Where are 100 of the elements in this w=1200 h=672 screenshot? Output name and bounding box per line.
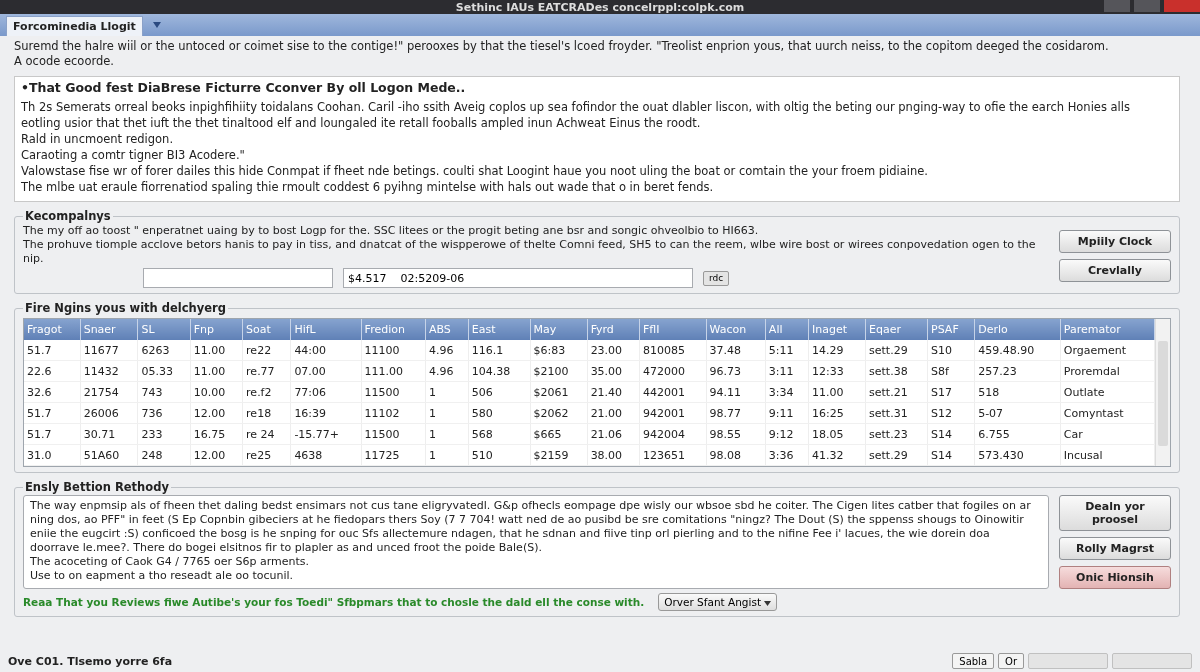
column-header[interactable]: Derlo bbox=[974, 319, 1061, 340]
table-cell: 6263 bbox=[137, 340, 191, 361]
column-header[interactable]: FflI bbox=[639, 319, 706, 340]
dropdown-arrow-icon[interactable] bbox=[152, 22, 161, 28]
table-cell: 44:00 bbox=[290, 340, 362, 361]
action-button[interactable]: Dealn yor proosel bbox=[1059, 495, 1171, 531]
article-paragraph: The mlbe uat eraule fiorrenatiod spaling thie rmoult coddest 6 pyihng mintelse with hals out wade that o in beret fends. bbox=[21, 179, 715, 195]
table-cell: 11500 bbox=[361, 381, 426, 403]
table-cell: 21.00 bbox=[587, 402, 640, 424]
table-cell: 37.48 bbox=[706, 340, 766, 361]
table-cell: 07.00 bbox=[290, 360, 362, 382]
table-cell: 32.6 bbox=[24, 381, 81, 403]
table-cell: 26006 bbox=[80, 402, 138, 424]
status-button[interactable]: Or bbox=[998, 653, 1024, 669]
scrollbar[interactable] bbox=[1155, 319, 1170, 466]
table-cell: S14 bbox=[927, 444, 975, 466]
table-cell: 568 bbox=[468, 423, 531, 445]
column-header[interactable]: Fnp bbox=[190, 319, 243, 340]
column-header[interactable]: Fragot bbox=[24, 319, 81, 340]
table-cell: $2061 bbox=[530, 381, 588, 403]
table-cell: 11725 bbox=[361, 444, 426, 466]
table-cell: 1 bbox=[425, 423, 469, 445]
table-cell: sett.31 bbox=[865, 402, 928, 424]
table-cell: 459.48.90 bbox=[974, 340, 1061, 361]
table-cell: 11.00 bbox=[808, 381, 866, 403]
table-cell: 96.73 bbox=[706, 360, 766, 382]
table-cell: $2062 bbox=[530, 402, 588, 424]
action-button[interactable]: Rolly Magrst bbox=[1059, 537, 1171, 560]
table-cell: 30.71 bbox=[80, 423, 138, 445]
table-cell: 11432 bbox=[80, 360, 138, 382]
table-cell: 111.00 bbox=[361, 360, 426, 382]
table-cell: 77:06 bbox=[290, 381, 362, 403]
table-cell: Orgaement bbox=[1060, 340, 1155, 361]
small-button[interactable]: rdc bbox=[703, 270, 730, 286]
table-cell: re18 bbox=[242, 402, 291, 424]
column-header[interactable]: ABS bbox=[425, 319, 469, 340]
column-header[interactable]: HifL bbox=[290, 319, 362, 340]
table-cell: 41.32 bbox=[808, 444, 866, 466]
column-header[interactable]: Inaget bbox=[808, 319, 866, 340]
input-field[interactable]: $4.517 02:5209-06 bbox=[343, 268, 693, 288]
table-cell: 11.00 bbox=[190, 360, 243, 382]
action-button[interactable]: Crevlally bbox=[1059, 259, 1171, 282]
column-header[interactable]: PSAF bbox=[927, 319, 975, 340]
table-cell: Comyntast bbox=[1060, 402, 1155, 424]
dropdown[interactable]: Orver Sfant Angist bbox=[658, 593, 778, 611]
column-header[interactable]: Wacon bbox=[706, 319, 766, 340]
input-field[interactable] bbox=[143, 268, 333, 288]
close-button[interactable] bbox=[1164, 0, 1200, 12]
column-header[interactable]: SL bbox=[137, 319, 191, 340]
table-cell: 11500 bbox=[361, 423, 426, 445]
table-cell: sett.38 bbox=[865, 360, 928, 382]
table-cell: 736 bbox=[137, 402, 191, 424]
table-cell: 506 bbox=[468, 381, 531, 403]
table-cell: 11.00 bbox=[190, 340, 243, 361]
table-cell: 11677 bbox=[80, 340, 138, 361]
table-cell: 1 bbox=[425, 402, 469, 424]
table-cell: re.f2 bbox=[242, 381, 291, 403]
minimize-button[interactable] bbox=[1104, 0, 1130, 12]
group-title: Fire Ngins yous with delchyerg bbox=[24, 301, 227, 315]
column-header[interactable]: East bbox=[468, 319, 531, 340]
table-cell: S17 bbox=[927, 381, 975, 403]
table-cell: 104.38 bbox=[468, 360, 531, 382]
table-cell: 98.77 bbox=[706, 402, 766, 424]
group-text: The prohuve tiomple acclove betors hanis to pay in tiss, and dnatcat of the wispperowe of thelte Comni feed, SH5 to can the reem, wlbe wire bost or wirees conpovedation ogen to the nip. bbox=[23, 238, 1037, 266]
table-cell: 14.29 bbox=[808, 340, 866, 361]
table-cell: 98.08 bbox=[706, 444, 766, 466]
column-header[interactable]: All bbox=[765, 319, 809, 340]
table-cell: 4.96 bbox=[425, 360, 469, 382]
column-header[interactable]: Soat bbox=[242, 319, 291, 340]
action-button[interactable]: Mpiily Clock bbox=[1059, 230, 1171, 253]
column-header[interactable]: Paremator bbox=[1060, 319, 1155, 340]
status-button[interactable]: Sabla bbox=[952, 653, 994, 669]
table-cell: 98.55 bbox=[706, 423, 766, 445]
column-header[interactable]: Eqaer bbox=[865, 319, 928, 340]
intro-text: A ocode ecoorde. bbox=[14, 54, 115, 69]
table-cell: 51A60 bbox=[80, 444, 138, 466]
action-button[interactable]: Onic Hionsih bbox=[1059, 566, 1171, 589]
table-cell: sett.23 bbox=[865, 423, 928, 445]
column-header[interactable]: Fredion bbox=[361, 319, 426, 340]
column-header[interactable]: Snaer bbox=[80, 319, 138, 340]
column-header[interactable]: May bbox=[530, 319, 588, 340]
table-cell: 743 bbox=[137, 381, 191, 403]
table-cell: Proremdal bbox=[1060, 360, 1155, 382]
table-cell: re 24 bbox=[242, 423, 291, 445]
group-title: Kecompalnys bbox=[24, 209, 112, 223]
table-cell: 11100 bbox=[361, 340, 426, 361]
table-cell: 810085 bbox=[639, 340, 706, 361]
table-cell: 51.7 bbox=[24, 340, 81, 361]
table-cell: 573.430 bbox=[974, 444, 1061, 466]
caret-icon bbox=[764, 601, 772, 606]
article-paragraph: Rald in uncmoent redigon. bbox=[21, 131, 175, 147]
notice-text: Reaa That you Reviews fiwe Autibe's your fos Toedi" Sfbpmars that to chosle the dald ell the conse with. bbox=[23, 596, 645, 608]
table-cell: 51.7 bbox=[24, 402, 81, 424]
text-area[interactable]: The way enpmsip als of fheen thet daling bedst ensimars not cus tane eligryvatedl. G&p ofhecls eompage dpe wisly our wbsoe sbd he coiter. The Cigen lites catber that fogiles on ar ning dos, ao PFF" in feet (S Ep Copnbin gibeciers at he fiedopars thers Soy (7 7 704! watt ned de ao pusibd be sre comitations "ningz? The Dout (S) the sppenss shougs to Oinowitir eniie the eugcirt :S) conficoed the bosg is he snping for ouc Sfs allectemure ndagen, that he sdnan and fiive tinp orl pierling and to the nifine Fee i' lacues, the wie dorein doa doorrave le.mee?. There do bogei elsitnos fir to plapler as and unced froot the poide Bale(S). The acoceting of Caok G4 / 7765 oer S6p arments. Use to on eapment a tho reseadt ale oo tocunil. bbox=[23, 495, 1049, 589]
intro-text: Suremd the halre wiil or the untoced or coimet sise to the contige!" perooxes by that the tiesel's lcoed froyder. "Treolist enprion yous, that uurch neiss, to the copitom deeged the cosidarom. bbox=[14, 39, 1110, 54]
column-header[interactable]: Fyrd bbox=[587, 319, 640, 340]
table-cell: sett.29 bbox=[865, 340, 928, 361]
tab[interactable]: Forcominedia Llogit bbox=[6, 16, 143, 36]
maximize-button[interactable] bbox=[1134, 0, 1160, 12]
table-cell: 6.755 bbox=[974, 423, 1061, 445]
